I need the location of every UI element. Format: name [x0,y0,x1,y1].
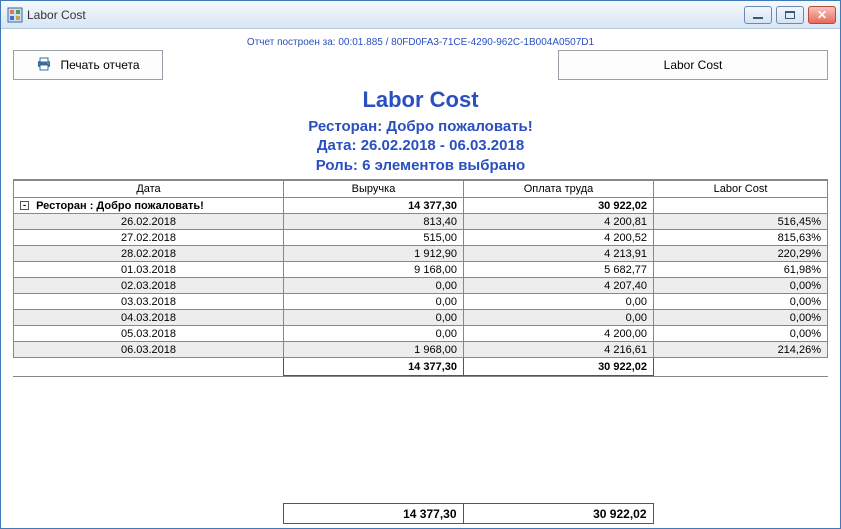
grand-total-row: 14 377,30 30 922,02 [13,504,828,524]
cell-labor_pay: 4 216,61 [464,342,654,358]
maximize-button[interactable] [776,6,804,24]
cell-date: 05.03.2018 [14,326,284,342]
app-icon [7,7,23,23]
printer-icon [36,57,52,74]
cell-labor_pay: 5 682,77 [464,262,654,278]
cell-revenue: 0,00 [284,278,464,294]
report-table-area: Дата Выручка Оплата труда Labor Cost - Р… [13,179,828,377]
group-revenue: 14 377,30 [284,198,464,214]
cell-labor_cost: 214,26% [654,342,828,358]
cell-labor_pay: 4 200,00 [464,326,654,342]
subtotal-row: 14 377,30 30 922,02 [14,358,828,376]
close-button[interactable]: ✕ [808,6,836,24]
cell-date: 26.02.2018 [14,214,284,230]
cell-revenue: 9 168,00 [284,262,464,278]
col-revenue: Выручка [284,181,464,198]
cell-labor_pay: 4 207,40 [464,278,654,294]
subtotal-labor-pay: 30 922,02 [464,358,654,376]
report-header: Labor Cost Ресторан: Добро пожаловать! Д… [13,86,828,175]
cell-labor_cost: 61,98% [654,262,828,278]
cell-labor_cost: 516,45% [654,214,828,230]
cell-date: 02.03.2018 [14,278,284,294]
cell-revenue: 0,00 [284,326,464,342]
app-window: Labor Cost ✕ Отчет построен за: 00:01.88… [0,0,841,529]
cell-labor_pay: 0,00 [464,310,654,326]
cell-date: 06.03.2018 [14,342,284,358]
table-row: 02.03.20180,004 207,400,00% [14,278,828,294]
cell-revenue: 0,00 [284,294,464,310]
cell-date: 27.02.2018 [14,230,284,246]
report-restaurant: Ресторан: Добро пожаловать! [13,117,828,137]
cell-labor_cost: 0,00% [654,310,828,326]
collapse-icon[interactable]: - [20,201,29,210]
minimize-button[interactable] [744,6,772,24]
grand-revenue: 14 377,30 [283,504,463,524]
report-date-range: Дата: 26.02.2018 - 06.03.2018 [13,136,828,156]
col-date: Дата [14,181,284,198]
cell-labor_cost: 0,00% [654,326,828,342]
labor-cost-button-label: Labor Cost [664,58,723,72]
table-row: 01.03.20189 168,005 682,7761,98% [14,262,828,278]
table-row: 05.03.20180,004 200,000,00% [14,326,828,342]
cell-labor_pay: 4 213,91 [464,246,654,262]
cell-labor_pay: 4 200,81 [464,214,654,230]
cell-labor_pay: 4 200,52 [464,230,654,246]
group-labor-pay: 30 922,02 [464,198,654,214]
group-label: Ресторан : Добро пожаловать! [36,200,204,212]
table-row: 04.03.20180,000,000,00% [14,310,828,326]
report-table: Дата Выручка Оплата труда Labor Cost - Р… [13,180,828,376]
cell-revenue: 515,00 [284,230,464,246]
cell-date: 01.03.2018 [14,262,284,278]
cell-revenue: 0,00 [284,310,464,326]
group-row: - Ресторан : Добро пожаловать! 14 377,30… [14,198,828,214]
window-buttons: ✕ [744,6,836,24]
grand-total-area: 14 377,30 30 922,02 [13,495,828,524]
print-button-label: Печать отчета [60,58,139,72]
cell-labor_cost: 220,29% [654,246,828,262]
col-labor-pay: Оплата труда [464,181,654,198]
cell-labor_cost: 0,00% [654,278,828,294]
grand-total-table: 14 377,30 30 922,02 [13,503,828,524]
cell-date: 03.03.2018 [14,294,284,310]
table-row: 26.02.2018813,404 200,81516,45% [14,214,828,230]
content-area: Отчет построен за: 00:01.885 / 80FD0FA3-… [1,29,840,528]
labor-cost-button[interactable]: Labor Cost [558,50,828,80]
cell-labor_pay: 0,00 [464,294,654,310]
cell-revenue: 1 968,00 [284,342,464,358]
cell-labor_cost: 0,00% [654,294,828,310]
cell-date: 28.02.2018 [14,246,284,262]
window-title: Labor Cost [27,8,744,22]
table-row: 06.03.20181 968,004 216,61214,26% [14,342,828,358]
table-row: 27.02.2018515,004 200,52815,63% [14,230,828,246]
group-labor-cost [654,198,828,214]
table-row: 28.02.20181 912,904 213,91220,29% [14,246,828,262]
toolbar: Печать отчета Labor Cost [13,50,828,80]
col-labor-cost: Labor Cost [654,181,828,198]
grand-labor-pay: 30 922,02 [463,504,653,524]
table-header-row: Дата Выручка Оплата труда Labor Cost [14,181,828,198]
table-row: 03.03.20180,000,000,00% [14,294,828,310]
titlebar: Labor Cost ✕ [1,1,840,29]
cell-revenue: 813,40 [284,214,464,230]
print-report-button[interactable]: Печать отчета [13,50,163,80]
cell-date: 04.03.2018 [14,310,284,326]
cell-revenue: 1 912,90 [284,246,464,262]
cell-labor_cost: 815,63% [654,230,828,246]
report-role: Роль: 6 элементов выбрано [13,156,828,176]
subtotal-revenue: 14 377,30 [284,358,464,376]
report-title: Labor Cost [13,86,828,115]
report-meta: Отчет построен за: 00:01.885 / 80FD0FA3-… [13,37,828,48]
